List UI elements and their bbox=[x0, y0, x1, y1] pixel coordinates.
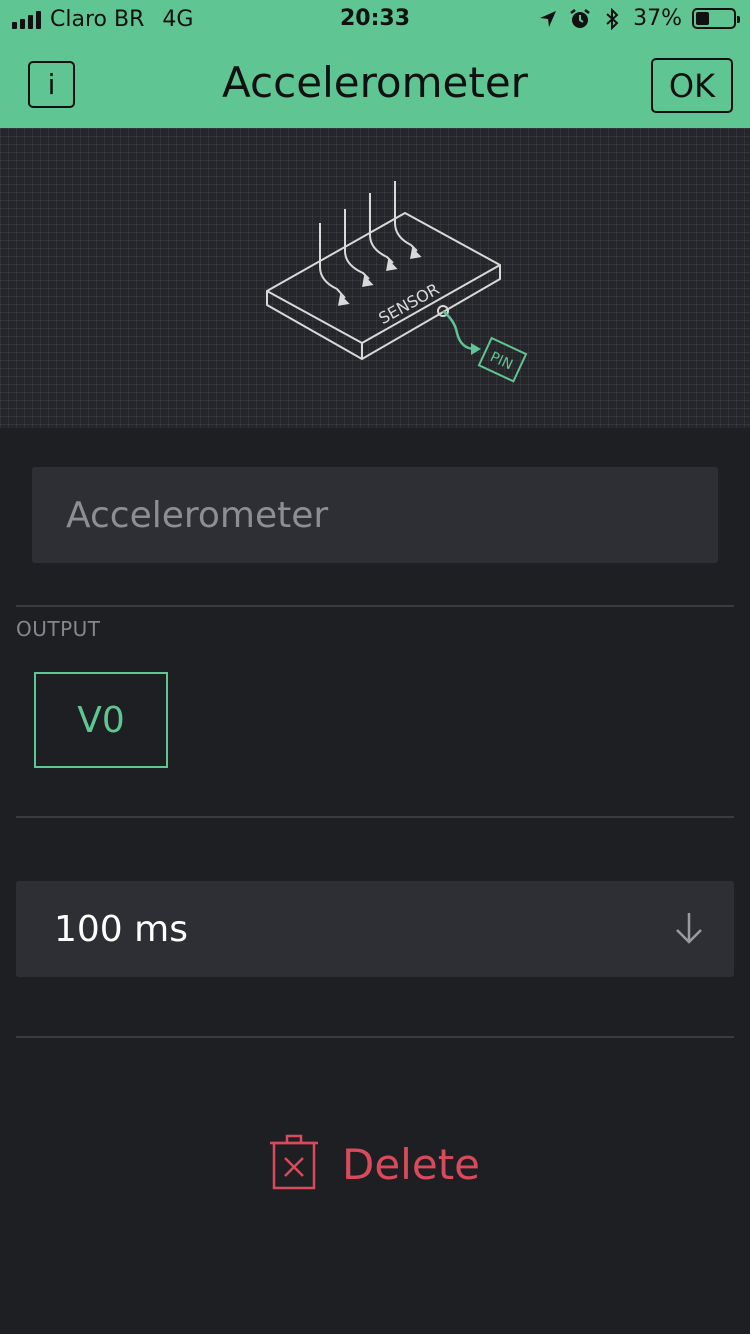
page-title: Accelerometer bbox=[222, 58, 528, 107]
pin-label: PIN bbox=[487, 349, 515, 373]
delete-label: Delete bbox=[342, 1139, 480, 1189]
bluetooth-icon bbox=[601, 7, 623, 31]
divider bbox=[16, 1036, 734, 1038]
status-bar: Claro BR 4G 20:33 37% bbox=[0, 0, 750, 40]
status-right: 37% bbox=[537, 6, 740, 31]
battery-percent: 37% bbox=[633, 6, 682, 31]
output-section-label: OUTPUT bbox=[16, 617, 101, 641]
trash-icon bbox=[270, 1133, 318, 1195]
delete-button[interactable]: Delete bbox=[270, 1133, 480, 1195]
location-arrow-icon bbox=[537, 7, 559, 31]
battery-icon bbox=[692, 8, 740, 29]
arrow-down-icon bbox=[674, 911, 704, 949]
widget-name-input[interactable] bbox=[66, 494, 718, 536]
interval-dropdown[interactable]: 100 ms bbox=[16, 881, 734, 977]
divider bbox=[16, 605, 734, 607]
output-pin-button[interactable]: V0 bbox=[34, 672, 168, 768]
accelerometer-sensor-illustration: SENSOR PIN bbox=[266, 181, 528, 383]
divider bbox=[16, 816, 734, 818]
app-header: Claro BR 4G 20:33 37% i Accelerometer OK bbox=[0, 0, 750, 128]
alarm-icon bbox=[569, 7, 591, 31]
widget-name-field[interactable] bbox=[32, 467, 718, 563]
ok-button[interactable]: OK bbox=[651, 58, 733, 113]
widget-illustration: SENSOR PIN bbox=[0, 128, 750, 428]
interval-value: 100 ms bbox=[54, 908, 188, 950]
